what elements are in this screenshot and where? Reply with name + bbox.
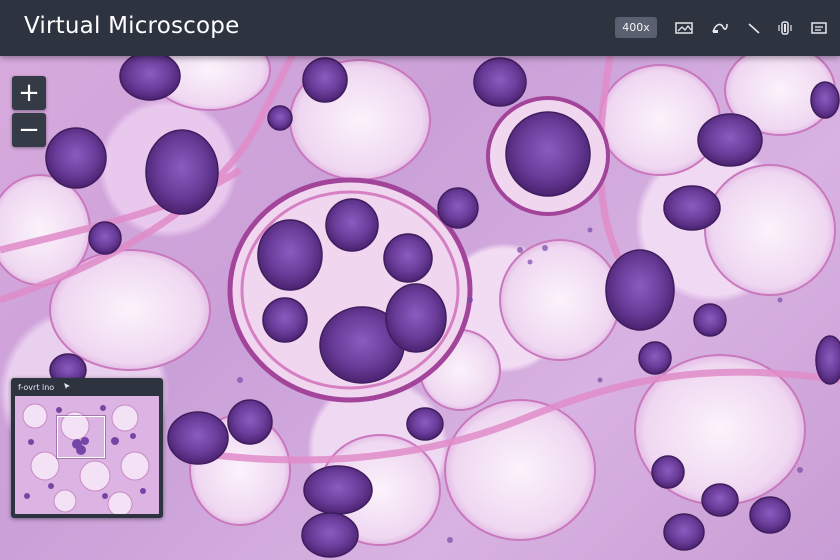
minimap-title: f-ovrt lno: [18, 383, 55, 392]
cursor-icon: [63, 379, 71, 396]
app-title: Virtual Microscope: [24, 13, 240, 39]
minimap-thumbnail[interactable]: [15, 396, 159, 514]
ruler-icon[interactable]: [743, 18, 765, 38]
top-toolbar: Virtual Microscope 400x: [0, 0, 840, 56]
zoom-level-badge[interactable]: 400x: [615, 17, 657, 38]
annotation-icon[interactable]: [709, 18, 731, 38]
layers-icon[interactable]: [808, 18, 830, 38]
minimap-viewport-indicator[interactable]: [57, 416, 105, 458]
minimap-header: f-ovrt lno: [12, 379, 162, 396]
overview-minimap[interactable]: f-ovrt lno: [11, 378, 163, 518]
image-compare-icon[interactable]: [673, 18, 695, 38]
zoom-in-button[interactable]: +: [12, 76, 46, 110]
zoom-out-button[interactable]: −: [12, 113, 46, 147]
brightness-icon[interactable]: [774, 18, 796, 38]
